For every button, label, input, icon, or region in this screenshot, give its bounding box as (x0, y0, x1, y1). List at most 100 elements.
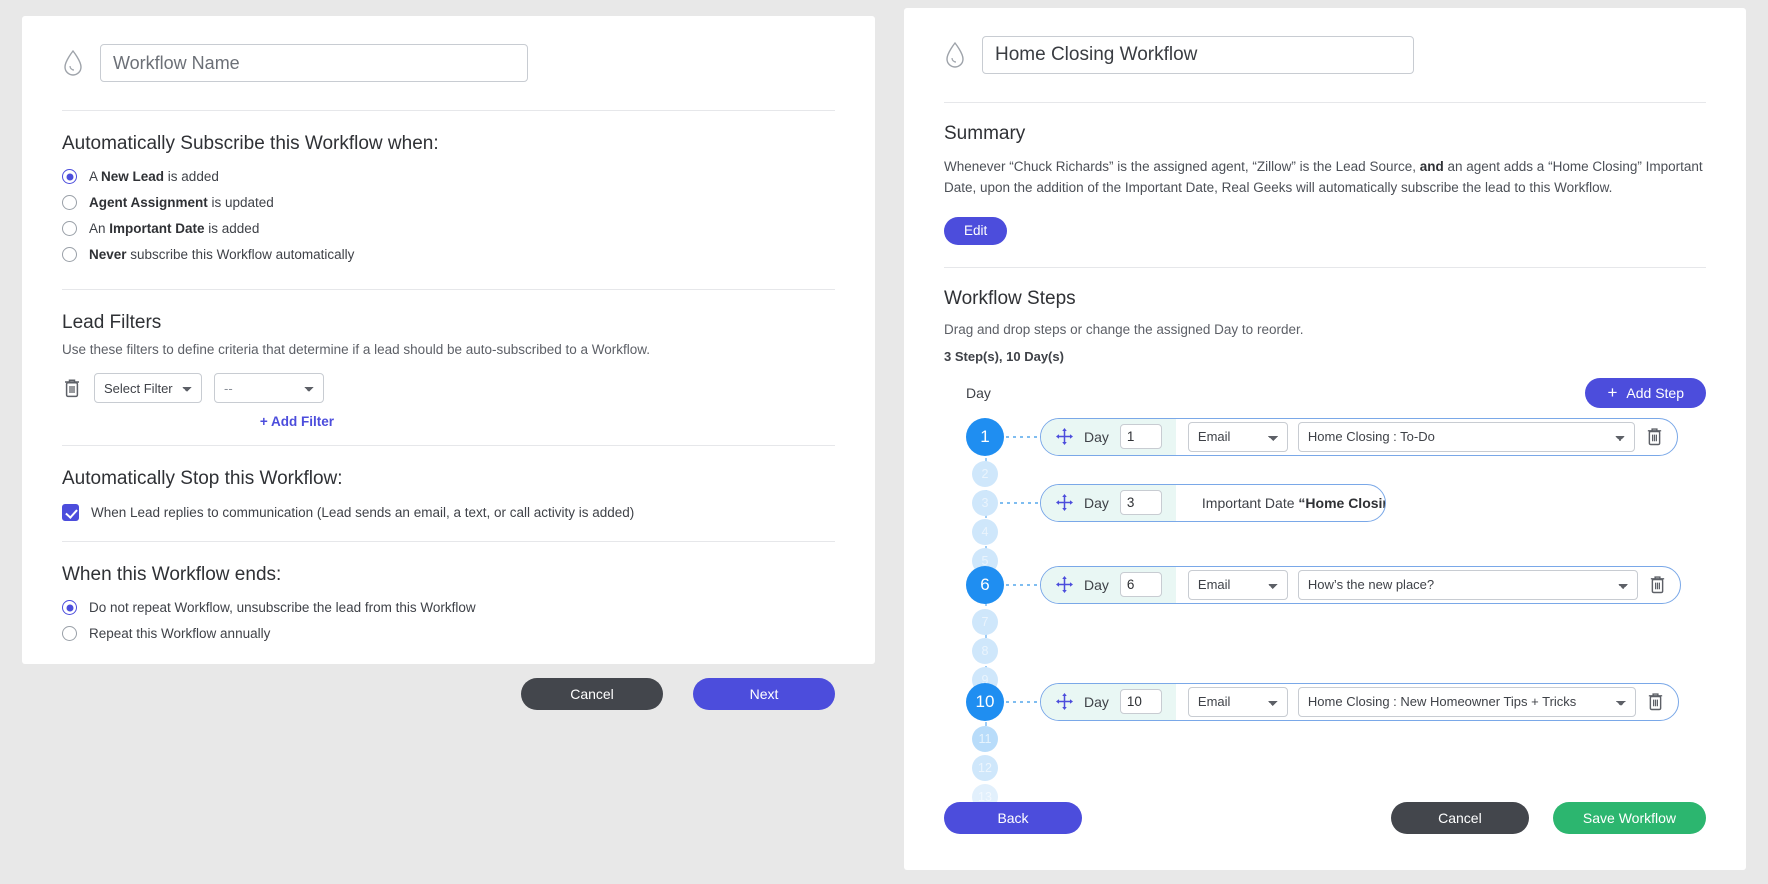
add-step-label: Add Step (1626, 384, 1684, 401)
stop-checkbox-row[interactable]: When Lead replies to communication (Lead… (62, 504, 835, 521)
timeline-connector (1006, 700, 1042, 703)
add-filter-link[interactable]: + Add Filter (260, 414, 334, 429)
add-filter-row: + Add Filter (62, 413, 334, 431)
step-card-3[interactable]: Day Email How’s the new place? (1040, 565, 1681, 604)
reply-stop-checkbox[interactable] (62, 504, 79, 521)
radio-option-repeat-annually[interactable]: Repeat this Workflow annually (62, 626, 835, 641)
radio-label: Do not repeat Workflow, unsubscribe the … (89, 600, 476, 615)
step-type-dropdown[interactable]: Email (1187, 421, 1288, 452)
divider (62, 289, 835, 290)
day-marker-1[interactable]: 1 (966, 417, 1004, 456)
step-type-dropdown[interactable]: Email (1187, 686, 1288, 717)
steps-timeline: 1 2 3 4 5 6 7 8 9 10 11 12 13 Day 1 Emai… (944, 417, 1706, 810)
day-label: Day (1084, 693, 1109, 710)
step-template-dropdown[interactable]: Home Closing : New Homeowner Tips + Tric… (1297, 686, 1636, 717)
workflow-setup-panel: Automatically Subscribe this Workflow wh… (22, 16, 875, 710)
select-filter-dropdown[interactable]: Select Filter (94, 373, 202, 403)
summary-heading: Summary (944, 123, 1026, 144)
edit-button[interactable]: Edit (944, 216, 1008, 245)
day-number-input[interactable] (1119, 424, 1162, 450)
move-icon[interactable] (1056, 576, 1073, 594)
step-type-dropdown[interactable]: Email (1187, 569, 1288, 600)
day-marker-7: 7 (972, 608, 998, 635)
next-button[interactable]: Next (693, 678, 835, 710)
radio-label: Never subscribe this Workflow automatica… (89, 247, 355, 262)
radio-option-agent-assignment[interactable]: Agent Assignment is updated (62, 195, 835, 210)
filter-value-dropdown[interactable]: -- (214, 373, 324, 403)
lead-filters-heading: Lead Filters (62, 312, 162, 333)
radio-option-no-repeat[interactable]: Do not repeat Workflow, unsubscribe the … (62, 600, 835, 615)
timeline-connector (1006, 583, 1042, 586)
workflow-review-panel: Summary Whenever “Chuck Richards” is the… (904, 8, 1746, 870)
radio-indicator[interactable] (62, 169, 77, 184)
radio-option-important-date[interactable]: An Important Date is added (62, 221, 835, 236)
radio-option-new-lead[interactable]: A New Lead is added (62, 169, 835, 184)
day-number-input[interactable] (1119, 490, 1162, 516)
radio-indicator[interactable] (62, 247, 77, 262)
steps-toolbar: Day + Add Step (944, 377, 1706, 418)
radio-indicator[interactable] (62, 626, 77, 641)
step-card-1[interactable]: Day Email Home Closing : To-Do (1040, 417, 1678, 456)
lead-filters-description: Use these filters to define criteria tha… (62, 342, 651, 357)
workflow-steps-count: 3 Step(s), 10 Day(s) (944, 348, 1064, 364)
radio-indicator[interactable] (62, 600, 77, 615)
divider (62, 110, 835, 111)
step-config-section: Email How’s the new place? (1176, 569, 1680, 600)
move-icon[interactable] (1056, 494, 1073, 512)
important-date-text: Important Date “Home Closing” (1201, 494, 1385, 511)
divider (944, 102, 1706, 103)
step-template-dropdown[interactable]: Home Closing : To-Do (1297, 421, 1635, 452)
add-step-button[interactable]: + Add Step (1585, 377, 1706, 408)
step-template-dropdown[interactable]: How’s the new place? (1297, 569, 1638, 600)
move-icon[interactable] (1056, 428, 1073, 446)
right-footer: Back Cancel Save Workflow (944, 802, 1706, 834)
day-marker-6[interactable]: 6 (966, 565, 1004, 604)
workflow-name-input[interactable] (100, 44, 528, 82)
radio-label: A New Lead is added (89, 169, 219, 184)
day-label: Day (1084, 494, 1109, 511)
trash-icon[interactable] (1646, 691, 1666, 713)
radio-indicator[interactable] (62, 195, 77, 210)
save-workflow-button[interactable]: Save Workflow (1552, 802, 1706, 834)
workflow-name-input[interactable] (982, 36, 1414, 74)
ends-heading: When this Workflow ends: (62, 564, 282, 585)
plus-icon: + (1607, 383, 1618, 403)
trash-icon[interactable] (62, 377, 82, 399)
trash-icon[interactable] (1645, 426, 1665, 448)
radio-option-never[interactable]: Never subscribe this Workflow automatica… (62, 247, 835, 262)
workflow-steps-description: Drag and drop steps or change the assign… (944, 321, 1304, 337)
day-number-input[interactable] (1119, 689, 1162, 715)
left-footer: Cancel Next (62, 652, 835, 744)
timeline-connector (1006, 435, 1042, 438)
workflow-steps-heading: Workflow Steps (944, 287, 1076, 309)
subscribe-options: A New Lead is added Agent Assignment is … (62, 169, 835, 262)
back-button[interactable]: Back (944, 802, 1082, 834)
day-column-label: Day (966, 384, 991, 401)
cancel-button[interactable]: Cancel (1390, 802, 1529, 834)
radio-label: An Important Date is added (89, 221, 260, 236)
day-marker-10[interactable]: 10 (966, 682, 1004, 721)
day-label: Day (1084, 576, 1109, 593)
step-day-section: Day (1041, 418, 1176, 455)
filter-row: Select Filter -- (62, 373, 835, 403)
subscribe-heading: Automatically Subscribe this Workflow wh… (62, 133, 439, 154)
radio-label: Repeat this Workflow annually (89, 626, 271, 641)
step-config-section: Email Home Closing : To-Do (1176, 421, 1677, 452)
step-day-section: Day (1041, 484, 1176, 521)
step-card-2[interactable]: Day Important Date “Home Closing” (1040, 483, 1386, 522)
cancel-button[interactable]: Cancel (521, 678, 663, 710)
day-number-input[interactable] (1119, 572, 1162, 598)
day-marker-4: 4 (972, 518, 998, 545)
day-marker-11: 11 (972, 725, 998, 752)
water-drop-icon (62, 49, 84, 77)
radio-label: Agent Assignment is updated (89, 195, 274, 210)
stop-heading: Automatically Stop this Workflow: (62, 468, 343, 489)
divider (944, 266, 1706, 268)
app-root: Automatically Subscribe this Workflow wh… (0, 0, 1768, 884)
footer-actions: Cancel Save Workflow (1390, 802, 1706, 834)
trash-icon[interactable] (1648, 574, 1668, 596)
step-card-4[interactable]: Day Email Home Closing : New Homeowner T… (1040, 682, 1679, 721)
radio-indicator[interactable] (62, 221, 77, 236)
move-icon[interactable] (1056, 693, 1073, 711)
right-title-row (944, 8, 1706, 102)
